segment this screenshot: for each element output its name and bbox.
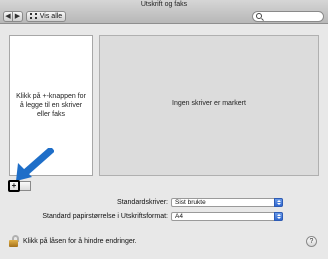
default-printer-label: Standardskriver:	[117, 199, 168, 206]
popup-arrows-icon	[274, 198, 283, 207]
show-all-button[interactable]: Vis alle	[26, 11, 66, 22]
remove-printer-button[interactable]	[20, 181, 31, 191]
paper-size-select[interactable]: A4	[171, 212, 283, 221]
show-all-label: Vis alle	[39, 13, 63, 20]
add-printer-button[interactable]: +	[8, 180, 20, 192]
search-icon	[256, 13, 262, 19]
search-field[interactable]	[252, 11, 324, 22]
back-button[interactable]: ◀	[3, 11, 13, 22]
default-printer-select[interactable]: Sist brukte	[171, 198, 283, 207]
no-printer-message: Ingen skriver er markert	[172, 100, 246, 107]
lock-hint-text: Klikk på låsen for å hindre endringer.	[23, 238, 137, 245]
help-button[interactable]: ?	[306, 236, 317, 247]
printer-detail-pane: Ingen skriver er markert	[99, 35, 319, 176]
pointer-arrow-icon	[16, 148, 54, 181]
paper-size-value: A4	[175, 213, 183, 220]
search-input[interactable]	[265, 13, 321, 21]
grid-icon	[29, 13, 37, 19]
window-title: Utskrift og faks	[140, 1, 188, 8]
preferences-window: Utskrift og faks ◀ ▶ Vis alle Klikk på +…	[0, 0, 328, 259]
default-printer-value: Sist brukte	[175, 199, 206, 206]
paper-size-label: Standard papirstørrelse i Utskriftsforma…	[42, 213, 168, 220]
forward-button[interactable]: ▶	[13, 11, 23, 22]
popup-arrows-icon	[274, 212, 283, 221]
toolbar: Utskrift og faks ◀ ▶ Vis alle	[0, 0, 328, 24]
printer-list-hint: Klikk på +-knappen for å legge til en sk…	[16, 93, 86, 118]
lock-icon[interactable]	[9, 235, 19, 247]
